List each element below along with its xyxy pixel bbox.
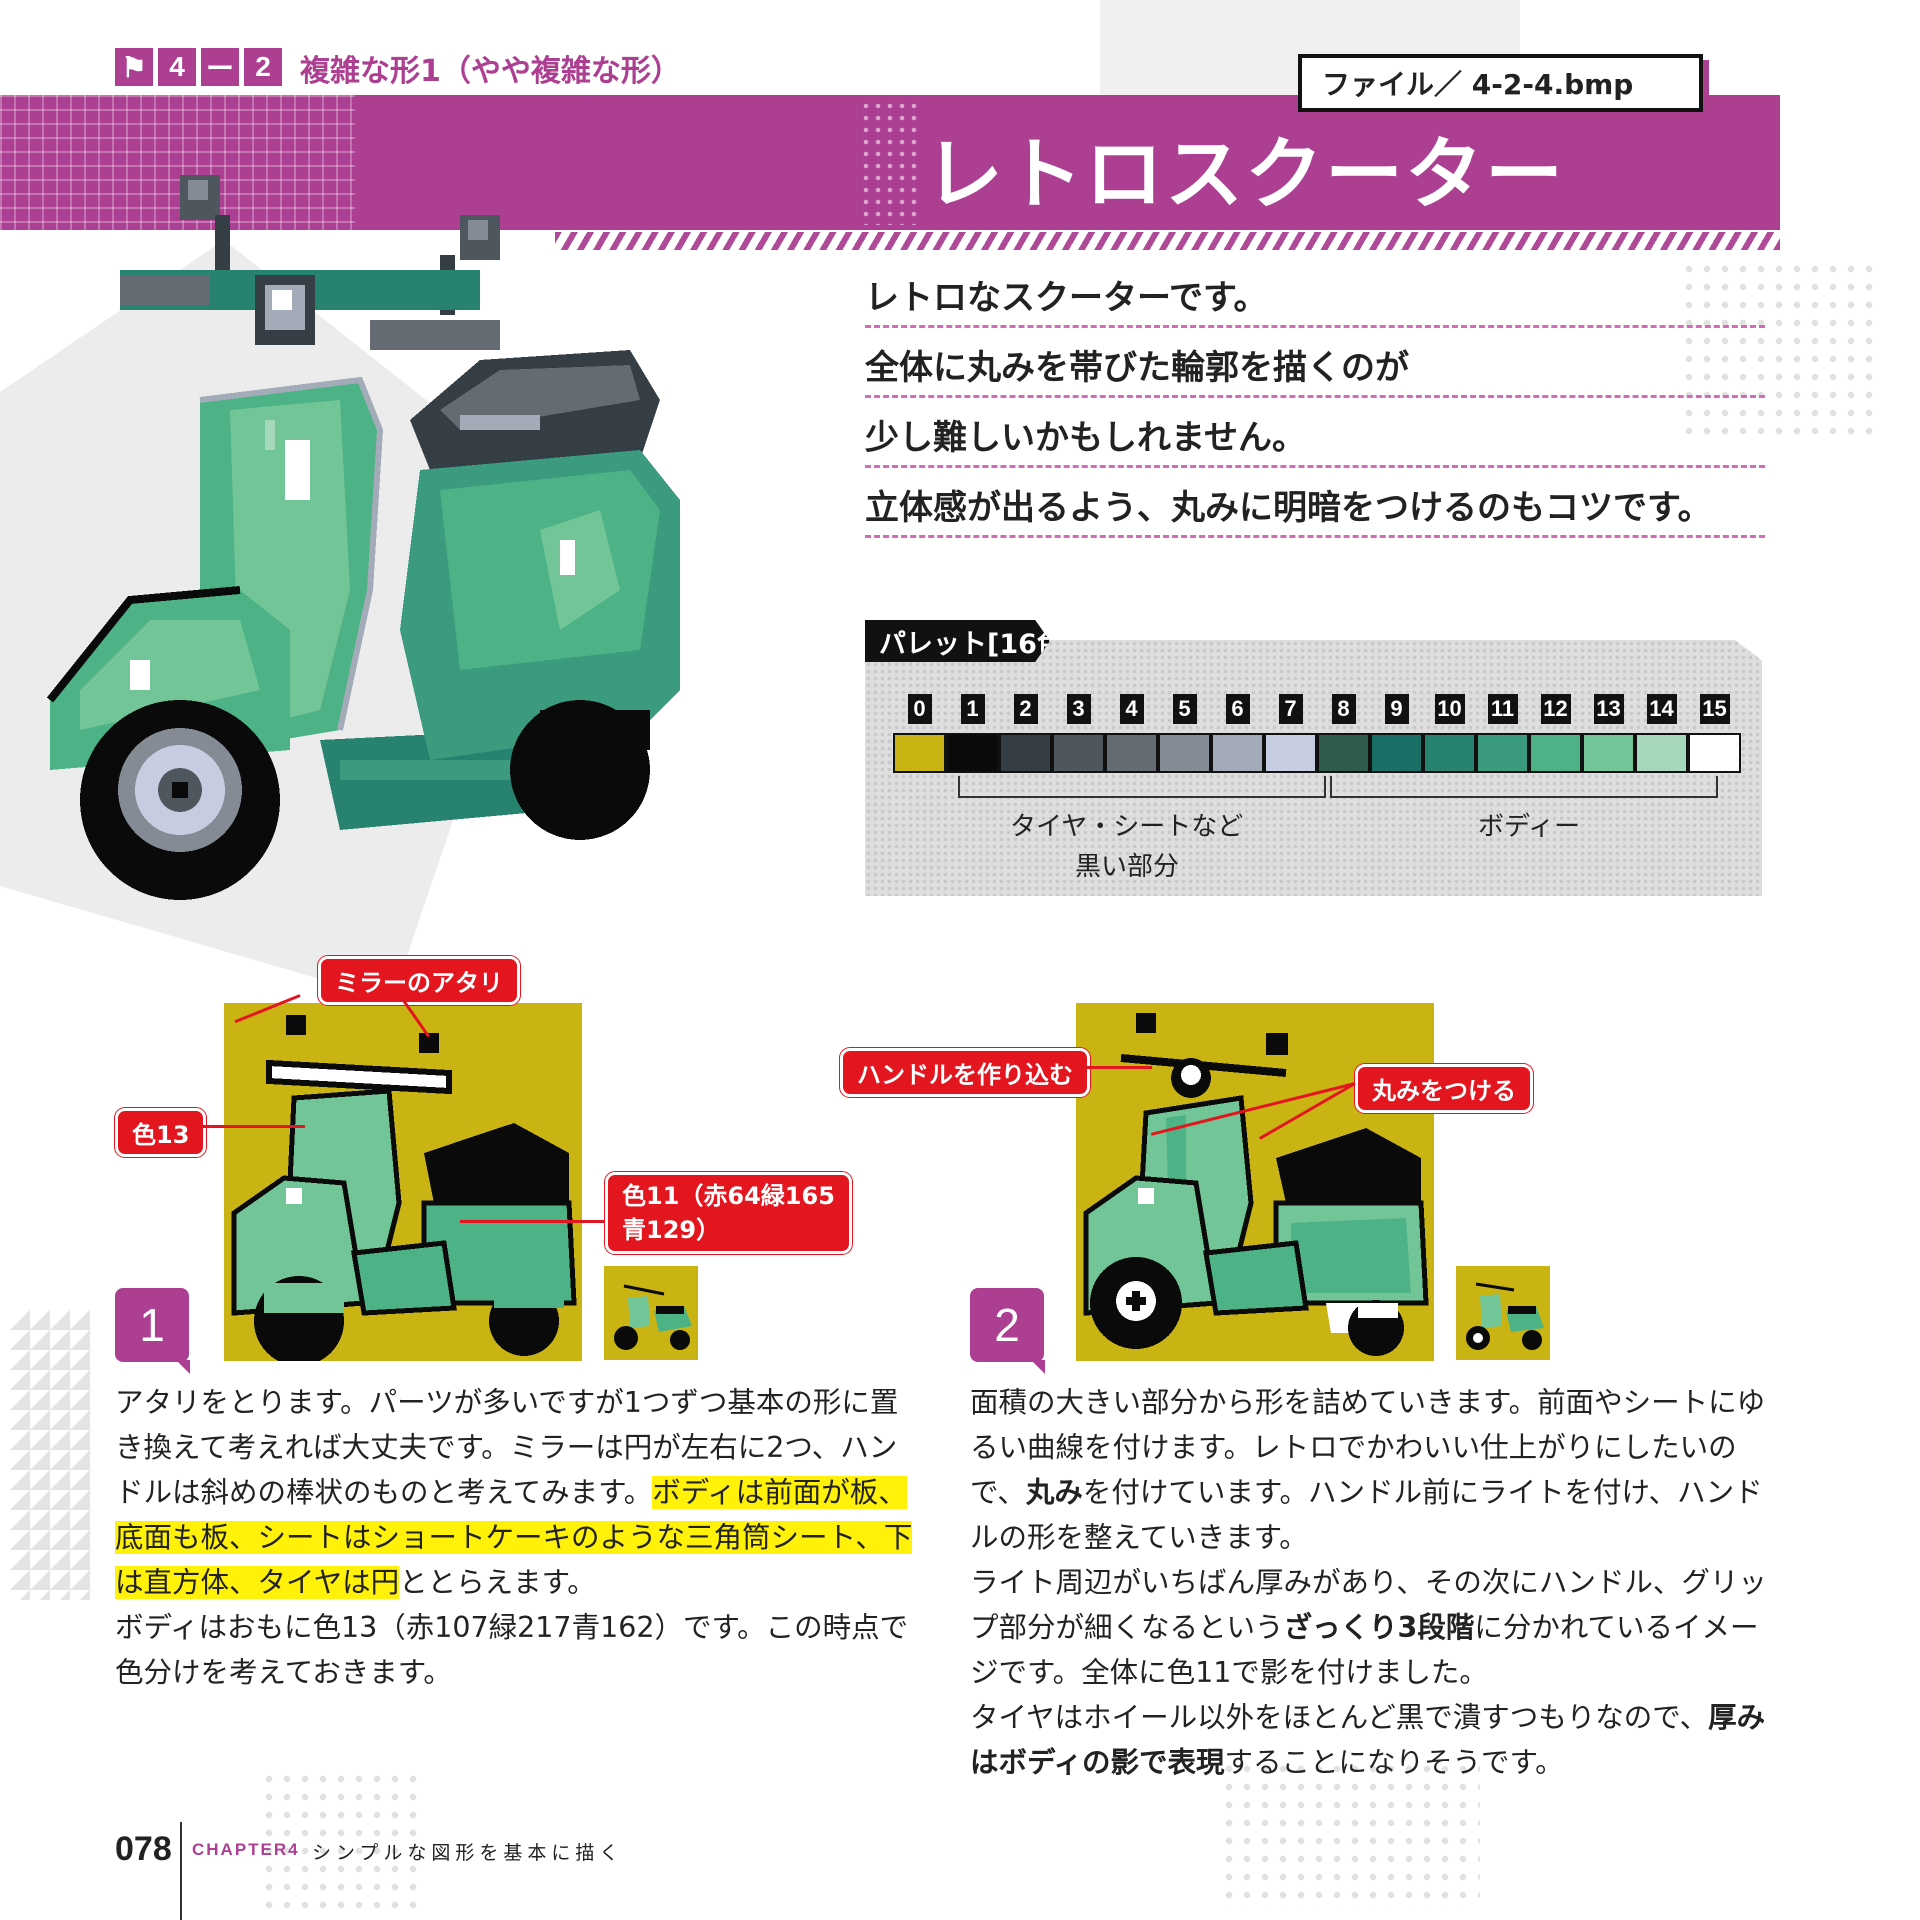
intro-line: レトロなスクーターです。 [865,278,1268,318]
intro-line: 少し難しいかもしれません。 [865,418,1306,458]
palette-number: 9 [1384,694,1409,724]
palette-swatch [1688,733,1741,773]
title-band-dots [860,100,920,225]
page-number: 078 [115,1830,172,1868]
palette-number: 2 [1013,694,1038,724]
page-title: レトロスクーター [925,130,1566,220]
palette-number: 10 [1434,694,1465,724]
palette-caption-dark: タイヤ・シートなど [1010,812,1244,842]
step1-text-c: ボディはおもに色13（赤107緑217青162）です。この時点で色分けを考えてお… [115,1611,909,1689]
callout-round: 丸みをつける [1355,1064,1533,1113]
callout-color11: 色11（赤64緑165 青129） [605,1172,852,1254]
file-label: ファイル／ 4-2-4.bmp [1298,54,1703,112]
palette-number: 4 [1119,694,1144,724]
callout-line [1080,1066,1152,1069]
palette-number: 14 [1646,694,1677,724]
palette-swatch [1635,733,1688,773]
scooter-pixel-art [46,175,680,900]
palette-number: 12 [1540,694,1571,724]
callout-color13: 色13 [115,1108,207,1157]
bg-dots [1680,260,1880,440]
section-number: 4 [158,48,196,86]
palette-swatch [1105,733,1158,773]
step-number: 1 [115,1288,190,1374]
intro-line: 立体感が出るよう、丸みに明暗をつけるのもコツです。 [865,488,1712,528]
palette-bracket-dark [958,776,1326,798]
chapter-subtitle: シンプルな図形を基本に描く [312,1842,624,1864]
callout-mirror: ミラーのアタリ [318,956,520,1005]
palette-caption-dark: 黒い部分 [1075,852,1180,882]
bg-triangles [10,1310,90,1600]
step1-image [224,1003,582,1361]
step1-text: アタリをとります。パーツが多いですが1つずつ基本の形に置き換えて考えれば大丈夫で… [115,1380,915,1695]
chapter-flag-icon: ⚑ [115,48,153,86]
palette-swatch [946,733,999,773]
step2-text-bold: 丸み [1025,1476,1083,1509]
step1-thumbnail [604,1266,698,1360]
palette-bracket-body [1330,776,1718,798]
palette-number: 15 [1699,694,1730,724]
palette-swatch [1370,733,1423,773]
palette-number: 1 [960,694,985,724]
palette-number: 11 [1487,694,1518,724]
dashed-divider [865,535,1765,538]
palette-label: パレット[16色] [865,620,1050,662]
callout-color11-line1: 色11（赤64緑165 [622,1182,835,1210]
palette-number: 5 [1172,694,1197,724]
palette-number: 6 [1225,694,1250,724]
subsection-number: 2 [244,48,282,86]
step-number: 2 [970,1288,1045,1374]
callout-line [460,1220,605,1223]
palette-swatch [1582,733,1635,773]
palette-number: 3 [1066,694,1091,724]
footer-divider [180,1822,182,1920]
palette-swatch [893,733,946,773]
callout-line [200,1125,305,1128]
palette-swatch [1529,733,1582,773]
step2-image [1076,1003,1434,1361]
dashed-divider [865,395,1765,398]
palette-number: 8 [1331,694,1356,724]
palette-swatch [1052,733,1105,773]
step2-text: 面積の大きい部分から形を詰めていきます。前面やシートにゆるい曲線を付けます。レト… [970,1380,1770,1785]
step2-thumbnail [1456,1266,1550,1360]
palette-number: 7 [1278,694,1303,724]
palette-swatch [1211,733,1264,773]
step2-text-b: することになりそうです。 [1224,1746,1564,1779]
palette-number: 0 [907,694,932,724]
palette-swatch [1158,733,1211,773]
palette-swatch [1423,733,1476,773]
intro-line: 全体に丸みを帯びた輪郭を描くのが [865,348,1409,388]
step2-text-a: タイヤはホイール以外をほとんど黒で潰すつもりなので、 [970,1701,1709,1734]
palette-swatch [999,733,1052,773]
palette-swatch [1317,733,1370,773]
palette-caption-body: ボディー [1478,812,1581,842]
step1-text-b: ととらえます。 [399,1566,596,1599]
palette-swatch [1264,733,1317,773]
step2-text-bold: ざっくり3段階 [1283,1611,1475,1644]
chapter-label: CHAPTER4 [192,1840,300,1859]
section-dash: ー [201,48,239,86]
palette-swatch [1476,733,1529,773]
dashed-divider [865,325,1765,328]
callout-color11-line2: 青129） [622,1216,721,1244]
palette-number: 13 [1593,694,1624,724]
callout-handle: ハンドルを作り込む [840,1048,1090,1097]
dashed-divider [865,465,1765,468]
section-title: 複雑な形1（やや複雑な形） [300,54,681,89]
step2-text-b: を付けています。ハンドル前にライトを付け、ハンドルの形を整えていきます。 [970,1476,1763,1554]
